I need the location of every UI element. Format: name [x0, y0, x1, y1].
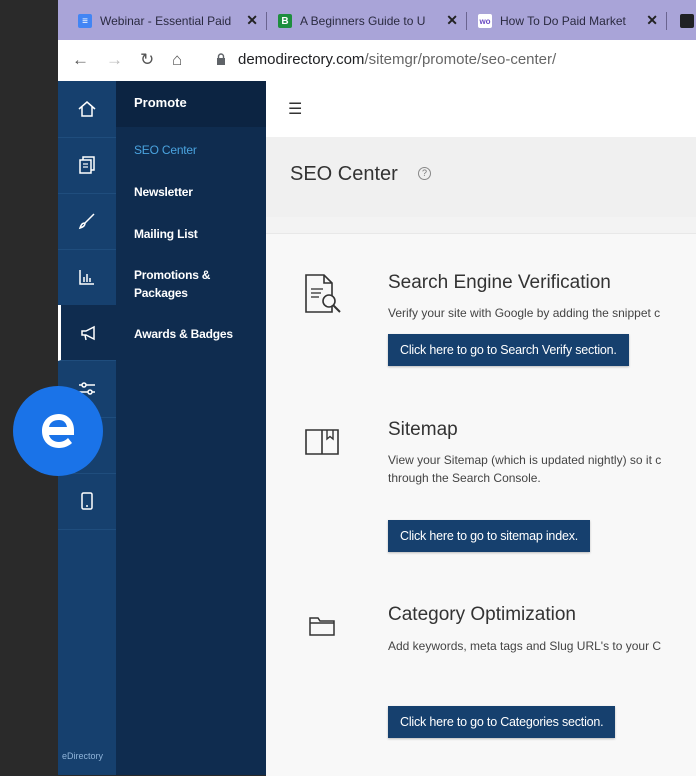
- sub-navigation: Promote SEO Center Newsletter Mailing Li…: [116, 81, 266, 775]
- subnav-heading: Promote: [116, 81, 266, 127]
- help-icon[interactable]: ?: [418, 167, 431, 180]
- browser-tab-guide[interactable]: B A Beginners Guide to U ✕: [278, 8, 458, 34]
- tab-title: A Beginners Guide to U: [300, 14, 426, 28]
- home-icon[interactable]: ⌂: [172, 50, 182, 70]
- tab-separator: [466, 12, 467, 30]
- url-field[interactable]: demodirectory.com/sitemgr/promote/seo-ce…: [238, 51, 556, 68]
- section-description: View your Sitemap (which is updated nigh…: [388, 453, 662, 467]
- section-title: Sitemap: [388, 419, 458, 440]
- section-description: Add keywords, meta tags and Slug URL's t…: [388, 639, 662, 653]
- back-arrow-icon[interactable]: ←: [72, 50, 89, 70]
- address-bar: ← → ↻ ⌂ demodirectory.com/sitemgr/promot…: [58, 40, 696, 82]
- e-logo-icon: [42, 414, 74, 448]
- tab-separator: [266, 12, 267, 30]
- browser-tab-paid-marketing[interactable]: wo How To Do Paid Market ✕: [478, 8, 658, 34]
- close-icon[interactable]: ✕: [446, 12, 458, 29]
- rail-item-content[interactable]: [58, 137, 116, 194]
- browser-tab-partial[interactable]: [680, 8, 696, 34]
- rail-item-reports[interactable]: [58, 249, 116, 306]
- tab-title: How To Do Paid Market: [500, 14, 626, 28]
- main-content: ☰ SEO Center ? Search Engine Verificatio…: [266, 81, 696, 776]
- subnav-item-newsletter[interactable]: Newsletter: [134, 183, 193, 201]
- tab-separator: [666, 12, 667, 30]
- search-verify-button[interactable]: Click here to go to Search Verify sectio…: [388, 334, 629, 366]
- hamburger-menu-icon[interactable]: ☰: [288, 99, 302, 119]
- rail-item-promote[interactable]: [58, 305, 116, 361]
- seo-panel: Search Engine Verification Verify your s…: [266, 233, 696, 776]
- browser-tab-webinar[interactable]: ≡ Webinar - Essential Paid ✕: [78, 8, 258, 34]
- pages-icon: [79, 156, 95, 174]
- green-b-icon: B: [278, 14, 292, 28]
- subnav-item-awards[interactable]: Awards & Badges: [134, 325, 233, 343]
- section-description-line2: through the Search Console.: [388, 471, 541, 485]
- book-bookmark-icon: [305, 429, 339, 455]
- brand-label: eDirectory: [62, 751, 104, 761]
- rail-item-mobile[interactable]: [58, 473, 116, 530]
- subnav-item-mailing-list[interactable]: Mailing List: [134, 225, 198, 243]
- browser-tab-bar: ≡ Webinar - Essential Paid ✕ B A Beginne…: [58, 0, 696, 40]
- top-bar: ☰: [266, 81, 696, 137]
- section-title: Search Engine Verification: [388, 272, 611, 293]
- url-domain: demodirectory.com: [238, 51, 365, 68]
- subnav-item-promotions[interactable]: Promotions & Packages: [134, 266, 234, 302]
- webinar-icon: wo: [478, 14, 492, 28]
- page-title: SEO Center: [290, 163, 398, 185]
- home-icon: [78, 101, 96, 117]
- lock-icon: [217, 53, 225, 65]
- tab-title: Webinar - Essential Paid: [100, 14, 232, 28]
- close-icon[interactable]: ✕: [246, 12, 258, 29]
- page-header: SEO Center ?: [266, 137, 696, 217]
- forward-arrow-icon[interactable]: →: [106, 50, 123, 70]
- megaphone-icon: [80, 325, 95, 340]
- rail-item-home[interactable]: [58, 81, 116, 138]
- url-path: /sitemgr/promote/seo-center/: [364, 51, 557, 68]
- close-icon[interactable]: ✕: [646, 12, 658, 29]
- rail-item-design[interactable]: [58, 193, 116, 250]
- google-docs-icon: ≡: [78, 14, 92, 28]
- tab-favicon: [680, 14, 694, 28]
- document-search-icon: [305, 274, 341, 313]
- mobile-icon: [81, 492, 93, 510]
- sitemap-index-button[interactable]: Click here to go to sitemap index.: [388, 520, 591, 552]
- section-title: Category Optimization: [388, 604, 576, 625]
- folder-icon: [309, 617, 335, 636]
- categories-button[interactable]: Click here to go to Categories section.: [388, 706, 616, 738]
- edirectory-logo: [13, 386, 103, 476]
- bar-chart-icon: [79, 270, 94, 285]
- section-description: Verify your site with Google by adding t…: [388, 306, 661, 320]
- subnav-item-seo-center[interactable]: SEO Center: [134, 141, 197, 159]
- reload-icon[interactable]: ↻: [140, 50, 154, 70]
- brush-icon: [78, 213, 95, 230]
